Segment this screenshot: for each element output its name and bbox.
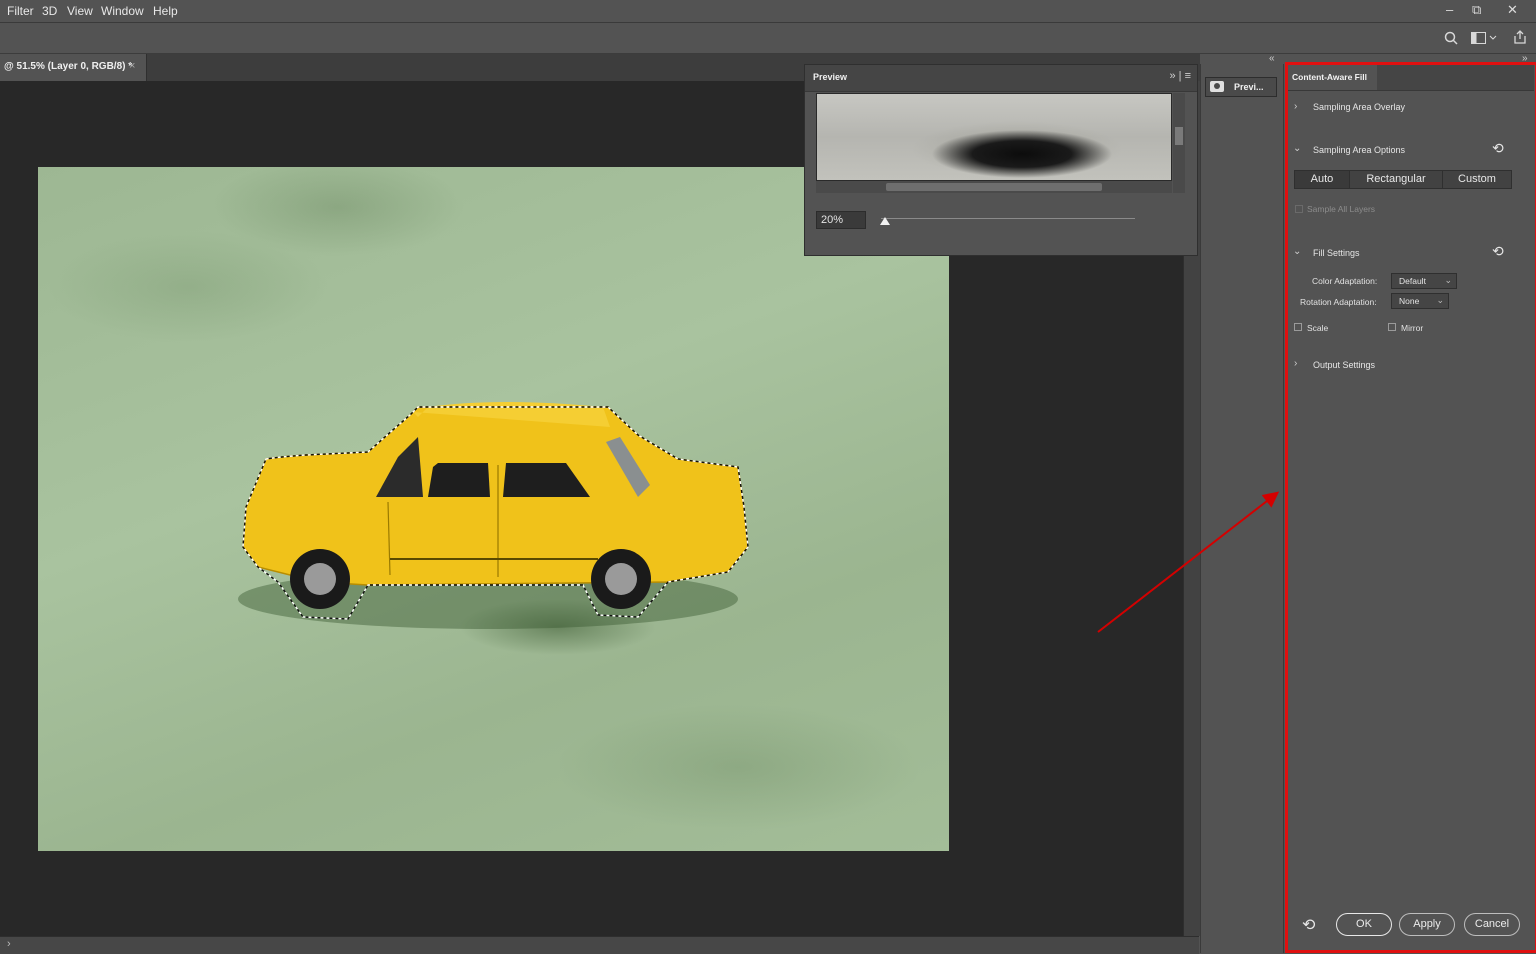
panel-menu-icon[interactable]: » | ≡ (1169, 70, 1191, 82)
menu-window[interactable]: Window (101, 4, 144, 18)
annotation-highlight-box (1285, 62, 1536, 953)
document-tab-label: @ 51.5% (Layer 0, RGB/8) * (4, 61, 133, 72)
zoom-slider-track[interactable] (881, 218, 1135, 219)
preview-dock-button[interactable]: Previ... (1205, 77, 1277, 97)
share-icon[interactable] (1512, 29, 1528, 45)
zoom-input[interactable]: 20% (816, 211, 866, 229)
preview-panel-header: Preview » | ≡ (805, 65, 1197, 92)
scroll-thumb[interactable] (886, 183, 1102, 191)
preview-panel-title[interactable]: Preview (809, 71, 851, 83)
document-image[interactable] (38, 167, 949, 851)
minimize-icon[interactable]: – (1446, 2, 1453, 17)
panel-dock: « (1200, 53, 1284, 953)
menu-view[interactable]: View (67, 4, 93, 18)
car-selection[interactable] (38, 167, 949, 851)
camera-icon (1210, 81, 1224, 92)
menu-help[interactable]: Help (153, 4, 178, 18)
menu-3d[interactable]: 3D (42, 4, 57, 18)
document-tab[interactable]: @ 51.5% (Layer 0, RGB/8) * × (0, 54, 147, 81)
options-bar (0, 23, 1536, 54)
menu-filter[interactable]: Filter (7, 4, 34, 18)
preview-dock-label: Previ... (1234, 82, 1264, 92)
preview-horizontal-scrollbar[interactable] (816, 181, 1172, 193)
tab-close-icon[interactable]: × (129, 60, 135, 72)
search-icon[interactable] (1444, 31, 1458, 45)
scroll-thumb[interactable] (1175, 127, 1183, 145)
menu-bar: Filter 3D View Window Help – ⧉ ✕ (0, 0, 1536, 23)
workspace-icon[interactable] (1471, 32, 1497, 44)
preview-image[interactable] (816, 93, 1172, 181)
collapse-icon[interactable]: « (1269, 53, 1275, 64)
zoom-slider-thumb[interactable] (880, 217, 890, 225)
status-chevron-icon[interactable]: › (7, 938, 11, 950)
preview-panel: Preview » | ≡ 20% (804, 64, 1198, 256)
restore-icon[interactable]: ⧉ (1472, 2, 1481, 18)
close-icon[interactable]: ✕ (1507, 2, 1518, 18)
preview-vertical-scrollbar[interactable] (1173, 93, 1185, 193)
status-bar: › (0, 936, 1199, 954)
